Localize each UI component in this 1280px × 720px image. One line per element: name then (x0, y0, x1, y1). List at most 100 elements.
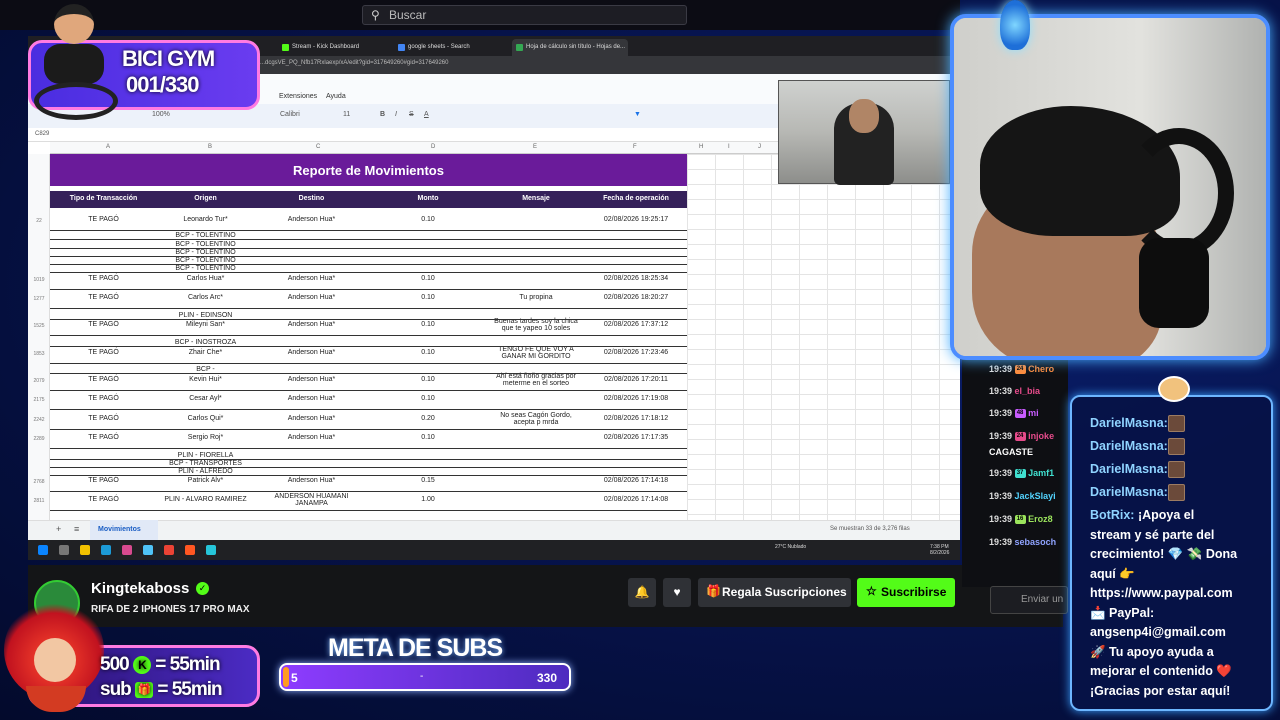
table-cell-origen[interactable]: Zhair Che* (158, 349, 253, 356)
column-header[interactable]: I (728, 144, 730, 150)
table-cell-origen[interactable]: Patrick Alv* (158, 477, 253, 484)
app-icon[interactable] (143, 545, 153, 555)
table-cell-fecha[interactable]: 02/08/2026 18:20:27 (586, 294, 686, 301)
table-cell-origen[interactable]: Cesar Ayl* (158, 395, 253, 402)
table-cell-tipo[interactable]: TE PAGÓ (50, 275, 157, 282)
table-cell-monto[interactable]: 0.10 (370, 434, 486, 441)
row-number[interactable]: 1853 (30, 351, 48, 357)
table-cell-tipo[interactable]: TE PAGÓ (50, 415, 157, 422)
table-cell-fecha[interactable]: 02/08/2026 17:18:12 (586, 415, 686, 422)
header-monto[interactable]: Monto (370, 195, 486, 202)
table-cell-destino[interactable]: Anderson Hua* (254, 395, 369, 402)
table-cell-fecha[interactable]: 02/08/2026 17:14:08 (586, 496, 686, 503)
column-header[interactable]: D (431, 144, 435, 150)
zoom-select[interactable]: 100% (152, 111, 170, 118)
collapsed-row-origen[interactable]: BCP - TOLENTINO (158, 241, 253, 248)
table-cell-destino[interactable]: Anderson Hua* (254, 321, 369, 328)
filter-icon[interactable]: ▼ (634, 111, 641, 118)
chrome-icon[interactable] (164, 545, 174, 555)
table-cell-tipo[interactable]: TE PAGÓ (50, 434, 157, 441)
table-cell-destino[interactable]: Anderson Hua* (254, 415, 369, 422)
table-cell-origen[interactable]: Mileyni San* (158, 321, 253, 328)
table-cell-monto[interactable]: 0.10 (370, 321, 486, 328)
table-cell-destino[interactable]: Anderson Hua* (254, 275, 369, 282)
table-cell-fecha[interactable]: 02/08/2026 17:19:08 (586, 395, 686, 402)
notification-bell-button[interactable]: 🔔 (628, 578, 656, 607)
table-cell-monto[interactable]: 0.10 (370, 294, 486, 301)
table-cell-monto[interactable]: 0.20 (370, 415, 486, 422)
column-header[interactable]: H (699, 144, 703, 150)
italic-icon[interactable]: I (395, 111, 397, 118)
table-cell-mensaje[interactable]: TENGO FE QUE VOY A GANAR MI GORDITO (486, 346, 586, 360)
cell-reference[interactable]: C829 (35, 131, 49, 137)
table-cell-fecha[interactable]: 02/08/2026 17:23:46 (586, 349, 686, 356)
chat-input[interactable]: Enviar un (990, 586, 1068, 614)
row-number[interactable]: 2289 (30, 436, 48, 442)
chat-username[interactable]: injoke (1028, 431, 1054, 441)
windows-start-icon[interactable] (38, 545, 48, 555)
add-sheet-icon[interactable]: + (56, 524, 61, 534)
table-cell-origen[interactable]: Carlos Hua* (158, 275, 253, 282)
table-cell-fecha[interactable]: 02/08/2026 18:25:34 (586, 275, 686, 282)
header-destino[interactable]: Destino (254, 195, 369, 202)
chat-username[interactable]: CAGASTE (989, 447, 1033, 457)
header-origen[interactable]: Origen (158, 195, 253, 202)
table-cell-fecha[interactable]: 02/08/2026 17:37:12 (586, 321, 686, 328)
table-cell-origen[interactable]: Carlos Qui* (158, 415, 253, 422)
taskbar-clock[interactable]: 7:38 PM 8/2/2026 (930, 544, 949, 556)
table-cell-tipo[interactable]: TE PAGÓ (50, 216, 157, 223)
table-cell-origen[interactable]: Carlos Arc* (158, 294, 253, 301)
strikethrough-icon[interactable]: S (409, 111, 414, 118)
chat-username[interactable]: el_bia (1015, 386, 1041, 396)
table-cell-origen[interactable]: Sergio Roj* (158, 434, 253, 441)
weather-widget[interactable]: 27°C Nublado (775, 544, 806, 550)
browser-tab-kick[interactable]: Stream - Kick Dashboard (278, 39, 392, 56)
row-number[interactable]: 2242 (30, 417, 48, 423)
table-cell-monto[interactable]: 0.10 (370, 376, 486, 383)
row-number[interactable]: 2768 (30, 479, 48, 485)
font-select[interactable]: Calibri (280, 111, 300, 118)
table-cell-mensaje[interactable]: Buenas tardes soy la chica que te yapeo … (486, 318, 586, 332)
table-cell-origen[interactable]: PLIN - ALVARO RAMIREZ (158, 496, 253, 503)
browser-tab-google[interactable]: google sheets - Search (394, 39, 510, 56)
column-header[interactable]: A (106, 144, 110, 150)
paypal-link[interactable]: https://www.paypal.com (1090, 584, 1233, 604)
gift-subs-button[interactable]: 🎁 Regala Suscripciones (698, 578, 851, 607)
text-color-icon[interactable]: A (424, 111, 429, 118)
collapsed-row-origen[interactable]: PLIN - FIORELLA (158, 452, 253, 459)
column-header[interactable]: J (758, 144, 761, 150)
table-cell-destino[interactable]: Anderson Hua* (254, 216, 369, 223)
table-cell-fecha[interactable]: 02/08/2026 19:25:17 (586, 216, 686, 223)
table-cell-origen[interactable]: Kevin Hui* (158, 376, 253, 383)
column-header[interactable]: C (316, 144, 320, 150)
table-cell-destino[interactable]: ANDERSON HUAMANI JANAMPA (254, 493, 369, 507)
file-explorer-icon[interactable] (80, 545, 90, 555)
table-cell-monto[interactable]: 0.15 (370, 477, 486, 484)
table-cell-destino[interactable]: Anderson Hua* (254, 434, 369, 441)
sheet-tab-movimientos[interactable]: Movimientos (90, 520, 158, 540)
header-mensaje[interactable]: Mensaje (486, 195, 586, 202)
row-number[interactable]: 22 (30, 218, 48, 224)
bold-icon[interactable]: B (380, 111, 385, 118)
empty-grid[interactable] (687, 154, 960, 520)
table-cell-tipo[interactable]: TE PAGÓ (50, 321, 157, 328)
table-cell-tipo[interactable]: TE PAGÓ (50, 349, 157, 356)
column-header[interactable]: F (633, 144, 637, 150)
table-cell-monto[interactable]: 1.00 (370, 496, 486, 503)
row-number[interactable]: 1277 (30, 296, 48, 302)
table-cell-fecha[interactable]: 02/08/2026 17:20:11 (586, 376, 686, 383)
follow-heart-button[interactable]: ♥ (663, 578, 691, 607)
table-cell-tipo[interactable]: TE PAGÓ (50, 376, 157, 383)
row-number[interactable]: 1019 (30, 277, 48, 283)
chat-username[interactable]: Chero (1028, 364, 1054, 374)
collapsed-row-origen[interactable]: PLIN - EDINSON (158, 312, 253, 319)
chat-username[interactable]: sebasoch (1015, 537, 1057, 547)
chat-username[interactable]: mi (1028, 408, 1039, 418)
menu-help[interactable]: Ayuda (326, 93, 346, 100)
brave-icon[interactable] (185, 545, 195, 555)
table-cell-mensaje[interactable]: Tu propina (486, 294, 586, 301)
collapsed-row-origen[interactable]: BCP - TOLENTINO (158, 249, 253, 256)
app-icon[interactable] (122, 545, 132, 555)
table-cell-monto[interactable]: 0.10 (370, 216, 486, 223)
browser-tab-sheets[interactable]: Hoja de cálculo sin título - Hojas de... (512, 39, 628, 56)
